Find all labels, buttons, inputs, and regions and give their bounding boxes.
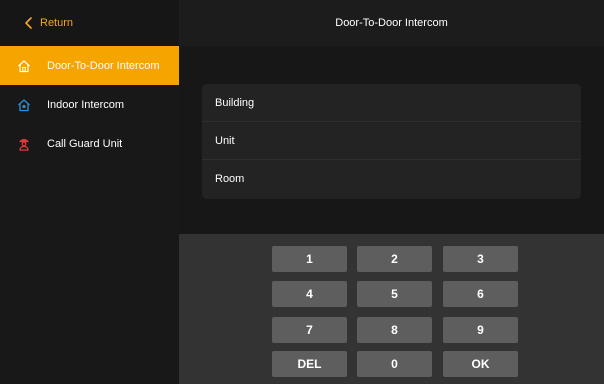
key-0[interactable]: 0 — [357, 351, 432, 377]
key-5[interactable]: 5 — [357, 281, 432, 307]
unit-field[interactable]: Unit — [202, 122, 581, 160]
key-9[interactable]: 9 — [443, 317, 518, 343]
guard-icon — [17, 137, 31, 151]
key-4[interactable]: 4 — [272, 281, 347, 307]
top-bar: Door-To-Door Intercom — [179, 0, 604, 46]
sidebar-item-indoor-intercom[interactable]: Indoor Intercom — [0, 85, 179, 124]
sidebar: Return Door-To-Door Intercom Indoor Inte… — [0, 0, 179, 384]
return-button[interactable]: Return — [0, 0, 179, 46]
building-field[interactable]: Building — [202, 84, 581, 122]
sidebar-item-call-guard-unit[interactable]: Call Guard Unit — [0, 124, 179, 163]
indoor-home-icon — [17, 98, 31, 112]
key-6[interactable]: 6 — [443, 281, 518, 307]
key-3[interactable]: 3 — [443, 246, 518, 272]
main-content: Building Unit Room — [179, 46, 604, 234]
delete-button[interactable]: DEL — [272, 351, 347, 377]
key-7[interactable]: 7 — [272, 317, 347, 343]
sidebar-item-door-to-door-intercom[interactable]: Door-To-Door Intercom — [0, 46, 179, 85]
sidebar-item-label: Call Guard Unit — [47, 137, 123, 150]
key-2[interactable]: 2 — [357, 246, 432, 272]
page-title: Door-To-Door Intercom — [335, 17, 448, 29]
key-1[interactable]: 1 — [272, 246, 347, 272]
ok-button[interactable]: OK — [443, 351, 518, 377]
room-field[interactable]: Room — [202, 160, 581, 198]
keypad: 1 2 3 4 5 6 7 8 9 DEL 0 OK — [179, 234, 604, 384]
sidebar-item-label: Indoor Intercom — [47, 98, 125, 111]
chevron-left-icon — [25, 17, 32, 29]
return-label: Return — [40, 17, 74, 29]
sidebar-nav: Door-To-Door Intercom Indoor Intercom Ca… — [0, 46, 179, 163]
sidebar-item-label: Door-To-Door Intercom — [47, 59, 160, 72]
address-form: Building Unit Room — [202, 84, 581, 199]
home-icon — [17, 59, 31, 73]
key-8[interactable]: 8 — [357, 317, 432, 343]
